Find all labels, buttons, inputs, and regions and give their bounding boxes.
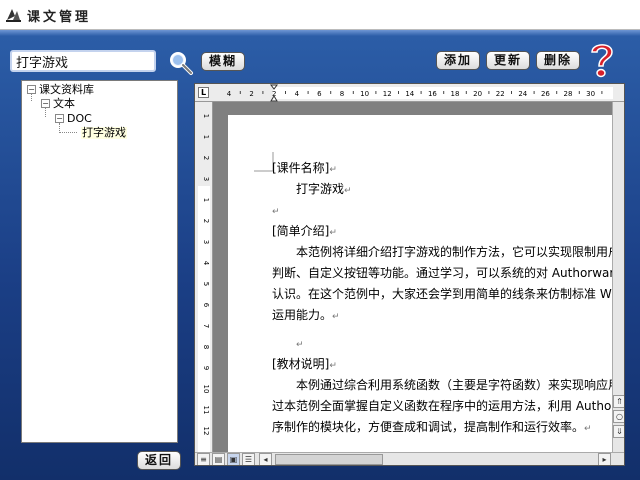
vertical-ruler: 1 1 2 3 1 2 3 4 5 6 7 8 9 10 11 12 [195, 102, 213, 452]
ruler-tick-label: 1 [202, 198, 210, 202]
outline-view-icon[interactable]: ☰ [242, 453, 255, 465]
document-viewer[interactable]: L 4 2 2 4 6 8 10 12 14 16 18 20 22 24 26 28 30 112312345… [194, 83, 625, 466]
tree-connector [31, 93, 32, 101]
paragraph-mark-icon: ↵ [329, 228, 337, 238]
ruler-tick-label: 2 [249, 90, 253, 98]
document-page[interactable]: [课件名称]↵ 打字游戏↵ ↵ [简单介绍]↵ 本范例将详细介绍打字游戏的制作方法，它可… [228, 115, 624, 452]
ruler-tick-label: 18 [451, 90, 460, 98]
document-line: [课件名称]↵ [272, 161, 337, 175]
update-button[interactable]: 更新 [486, 51, 530, 70]
tree-view[interactable]: − 课文资料库 − 文本 − DOC 打字游戏 [21, 80, 178, 443]
paragraph-mark-icon: ↵ [584, 424, 592, 434]
document-line: ↵ [296, 336, 304, 352]
ruler-tick-label: 8 [340, 90, 344, 98]
ruler-tick-label: 9 [202, 366, 210, 370]
page-view-icon[interactable]: ▣ [227, 453, 240, 465]
tree-connector [45, 107, 46, 117]
document-line: 序制作的模块化，方便查成和调试，提高制作和运行效率。↵ [272, 420, 592, 434]
horizontal-scrollbar[interactable]: ≡ ▤ ▣ ☰ ◂ ▸ [195, 452, 624, 465]
tree-toggle-doc[interactable]: − [55, 114, 64, 123]
window-title: 课文管理 [27, 10, 92, 25]
ruler-tick-label: 6 [317, 90, 322, 98]
ruler-tick-label: 24 [518, 90, 527, 98]
next-page-icon[interactable]: ⇓ [613, 425, 624, 438]
tree-toggle-child[interactable]: − [41, 99, 50, 108]
scroll-thumb[interactable] [275, 454, 383, 465]
paragraph-mark-icon: ↵ [272, 207, 280, 217]
ruler-tick-label: 10 [360, 90, 369, 98]
title-bar: 课文管理 [0, 0, 640, 30]
ruler-tick-label: 1 [202, 135, 210, 139]
document-line: 过本范例全面掌握自定义函数在程序中的运用方法，利用 Authorware [272, 399, 625, 413]
ruler-tick-label: 8 [202, 345, 210, 349]
question-mark-icon[interactable] [585, 39, 619, 79]
ruler-tick-label: 7 [202, 324, 210, 328]
ruler-tick-label: 2 [202, 219, 210, 223]
document-line: 判断、自定义按钮等功能。通过学习，可以系统的对 Authorware 6.5 技 [272, 266, 625, 280]
document-line: 认识。在这个范例中，大家还会学到用简单的线条来仿制标准 Windov [272, 287, 625, 301]
paragraph-mark-icon: ↵ [296, 340, 304, 350]
tree-node-typing-game[interactable]: 打字游戏 [81, 127, 127, 139]
ruler-tick-label: 2 [202, 156, 210, 160]
ruler-tick-label: 1 [202, 114, 210, 118]
select-browse-object-icon[interactable]: ○ [613, 410, 624, 423]
vertical-scrollbar[interactable]: ⇑ ○ ⇓ [612, 102, 624, 452]
ruler-tick-label: 26 [541, 90, 550, 98]
document-line: [教材说明]↵ [272, 357, 337, 371]
tree-node-text[interactable]: 文本 [53, 98, 75, 110]
ruler-tick-label: 20 [473, 90, 482, 98]
ruler-tick-label: 3 [202, 177, 210, 181]
scroll-left-icon[interactable]: ◂ [259, 453, 272, 465]
document-line: ↵ [272, 203, 280, 219]
tree-toggle-root[interactable]: − [27, 85, 36, 94]
tree-node-doc[interactable]: DOC [67, 113, 92, 125]
normal-view-icon[interactable]: ≡ [197, 453, 210, 465]
search-input[interactable] [10, 50, 156, 72]
prev-page-icon[interactable]: ⇑ [613, 395, 624, 408]
delete-button[interactable]: 删除 [536, 51, 580, 70]
document-line: 本例通过综合利用系统函数（主要是字符函数）来实现响应用户输 [296, 378, 625, 392]
vertical-ruler-ticks: 1123123456789101112 [198, 114, 210, 452]
margin-corner-mark [254, 152, 274, 172]
frame-highlight [0, 30, 640, 36]
fuzzy-search-button[interactable]: 模糊 [201, 52, 245, 71]
ruler-tick-label: 10 [202, 385, 210, 394]
document-line: 运用能力。↵ [272, 308, 340, 322]
ruler-tick-label: 28 [564, 90, 573, 98]
ruler-tick-label: 4 [227, 90, 232, 98]
app-icon [6, 9, 21, 22]
ruler-tick-label: 12 [383, 90, 392, 98]
ruler-tick-label: 11 [202, 406, 210, 415]
tree-connector [59, 132, 77, 133]
document-line: 打字游戏↵ [296, 182, 352, 196]
paragraph-mark-icon: ↵ [329, 165, 337, 175]
add-button[interactable]: 添加 [436, 51, 480, 70]
tree-node-root[interactable]: 课文资料库 [39, 84, 94, 96]
ruler-tick-label: 14 [405, 90, 414, 98]
ruler-tick-label: 5 [202, 282, 210, 286]
ruler-tick-label: 16 [428, 90, 437, 98]
document-line: [简单介绍]↵ [272, 224, 337, 238]
paragraph-mark-icon: ↵ [344, 186, 352, 196]
web-view-icon[interactable]: ▤ [212, 453, 225, 465]
horizontal-ruler: L 4 2 2 4 6 8 10 12 14 16 18 20 22 24 26 28 30 [195, 84, 624, 102]
back-button[interactable]: 返回 [137, 451, 181, 470]
magnifier-icon[interactable] [168, 50, 194, 76]
document-line: 本范例将详细介绍打字游戏的制作方法，它可以实现限制用户输 [296, 245, 625, 259]
scroll-right-icon[interactable]: ▸ [598, 453, 611, 465]
paragraph-mark-icon: ↵ [329, 361, 337, 371]
ruler-tick-label: 3 [202, 240, 210, 244]
ruler-tick-label: 4 [295, 90, 300, 98]
ruler-tick-label: 30 [586, 90, 595, 98]
ruler-tick-label: 6 [202, 303, 210, 308]
ruler-tick-label: 12 [202, 427, 210, 436]
ruler-tick-label: 4 [202, 261, 210, 266]
horizontal-ruler-ticks: 4 2 2 4 6 8 10 12 14 16 18 20 22 24 26 28 30 [227, 84, 613, 102]
ruler-active-area [273, 87, 613, 99]
paragraph-mark-icon: ↵ [332, 312, 340, 322]
ruler-tick-label: 22 [496, 90, 505, 98]
